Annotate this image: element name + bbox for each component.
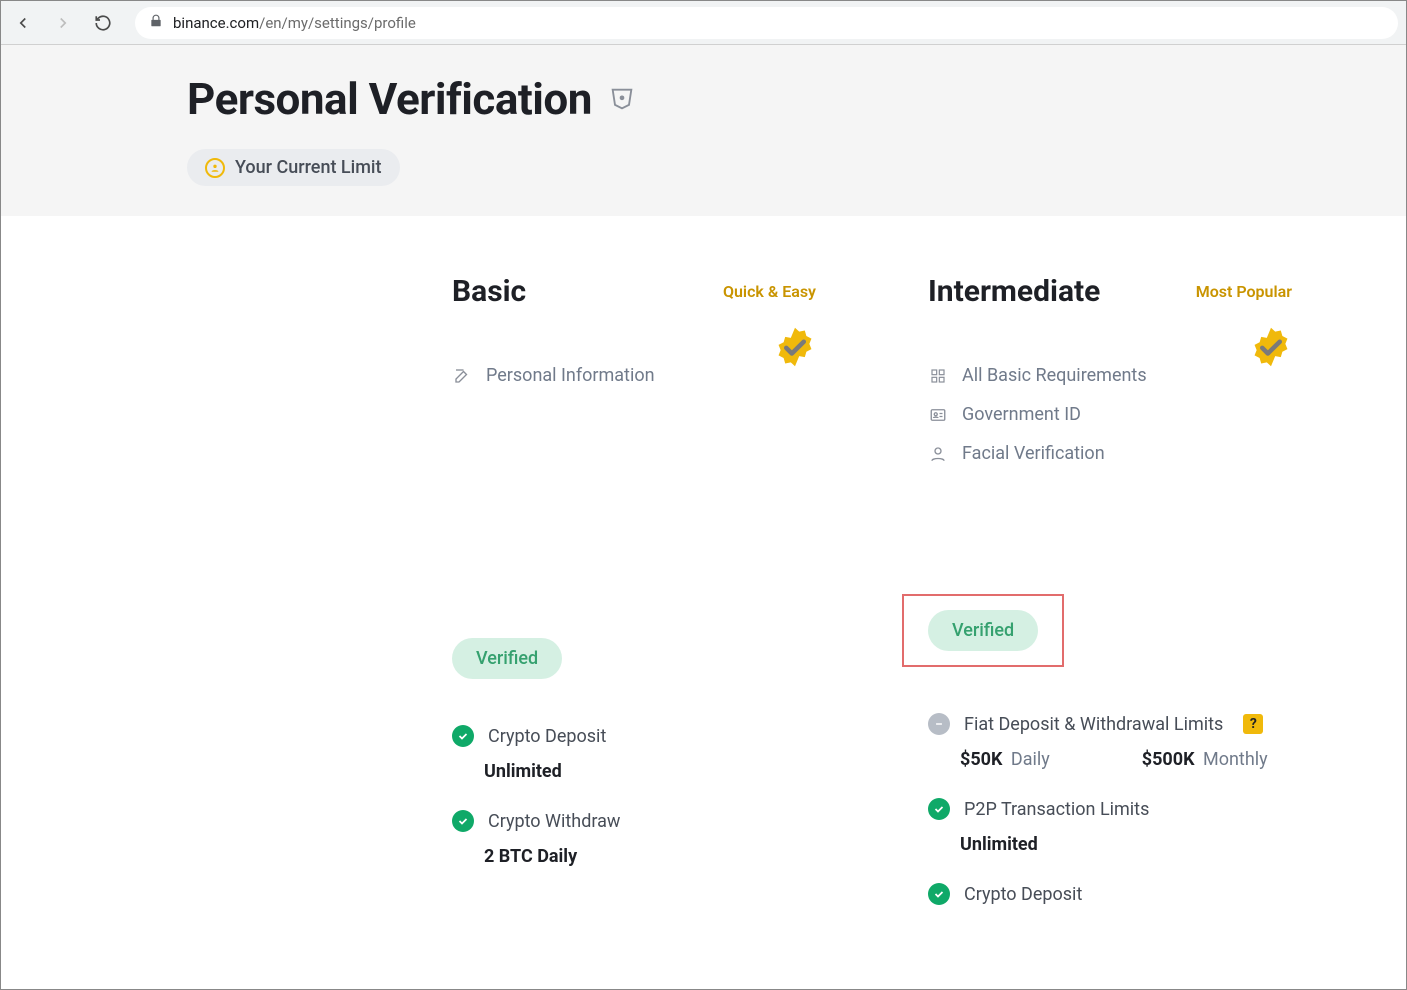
verified-pill-basic: Verified	[452, 638, 562, 679]
limit-row: Crypto Deposit	[928, 883, 1292, 905]
limit-value: Unlimited	[960, 834, 1038, 855]
person-icon	[928, 445, 948, 463]
grid-icon	[928, 368, 948, 384]
requirement-row: Government ID	[928, 404, 1292, 425]
check-icon	[452, 810, 474, 832]
limit-chip-label: Your Current Limit	[235, 157, 382, 178]
id-card-icon	[928, 406, 948, 424]
requirement-row: Facial Verification	[928, 443, 1292, 464]
limit-label: Crypto Deposit	[488, 726, 606, 747]
url-text: binance.com/en/my/settings/profile	[173, 14, 416, 32]
current-limit-chip[interactable]: Your Current Limit	[187, 149, 400, 186]
verified-badge-icon	[774, 326, 816, 372]
limit-label: Crypto Deposit	[964, 884, 1082, 905]
limit-chip-icon	[205, 158, 225, 178]
check-icon	[452, 725, 474, 747]
shield-icon	[608, 85, 636, 113]
requirement-label: Personal Information	[486, 365, 655, 386]
requirement-label: Government ID	[962, 404, 1081, 425]
check-icon	[928, 883, 950, 905]
limit-row: Fiat Deposit & Withdrawal Limits ?	[928, 713, 1292, 735]
highlight-annotation: Verified	[902, 594, 1064, 667]
browser-toolbar: binance.com/en/my/settings/profile	[1, 1, 1406, 45]
tier-card-intermediate: Intermediate Most Popular All Basic Requ…	[928, 274, 1292, 919]
limit-row: Crypto Deposit	[452, 725, 816, 747]
tier-tag-intermediate: Most Popular	[1196, 282, 1292, 301]
limit-label: Fiat Deposit & Withdrawal Limits	[964, 714, 1223, 735]
help-icon[interactable]: ?	[1243, 714, 1263, 734]
page-header: Personal Verification Your Current Limit	[1, 45, 1406, 216]
requirement-label: All Basic Requirements	[962, 365, 1147, 386]
tier-title-intermediate: Intermediate	[928, 274, 1100, 309]
tier-tag-basic: Quick & Easy	[723, 282, 816, 301]
limit-row: P2P Transaction Limits	[928, 798, 1292, 820]
url-bar[interactable]: binance.com/en/my/settings/profile	[135, 7, 1398, 39]
tier-title-basic: Basic	[452, 274, 526, 309]
edit-icon	[452, 367, 472, 385]
minus-icon	[928, 713, 950, 735]
requirement-row: Personal Information	[452, 365, 816, 386]
forward-button[interactable]	[49, 9, 77, 37]
limit-value: 2 BTC Daily	[484, 846, 577, 867]
limit-value: Unlimited	[484, 761, 562, 782]
reload-button[interactable]	[89, 9, 117, 37]
lock-icon	[149, 14, 163, 32]
verified-pill-intermediate: Verified	[928, 610, 1038, 651]
check-icon	[928, 798, 950, 820]
requirement-label: Facial Verification	[962, 443, 1105, 464]
requirement-row: All Basic Requirements	[928, 365, 1292, 386]
back-button[interactable]	[9, 9, 37, 37]
tier-card-basic: Basic Quick & Easy Personal Information …	[452, 274, 816, 919]
page-title: Personal Verification	[187, 73, 592, 125]
limit-label: P2P Transaction Limits	[964, 799, 1149, 820]
limit-label: Crypto Withdraw	[488, 811, 620, 832]
limit-row: Crypto Withdraw	[452, 810, 816, 832]
verified-badge-icon	[1250, 326, 1292, 372]
limit-values: $50K Daily $500K Monthly	[960, 749, 1292, 770]
